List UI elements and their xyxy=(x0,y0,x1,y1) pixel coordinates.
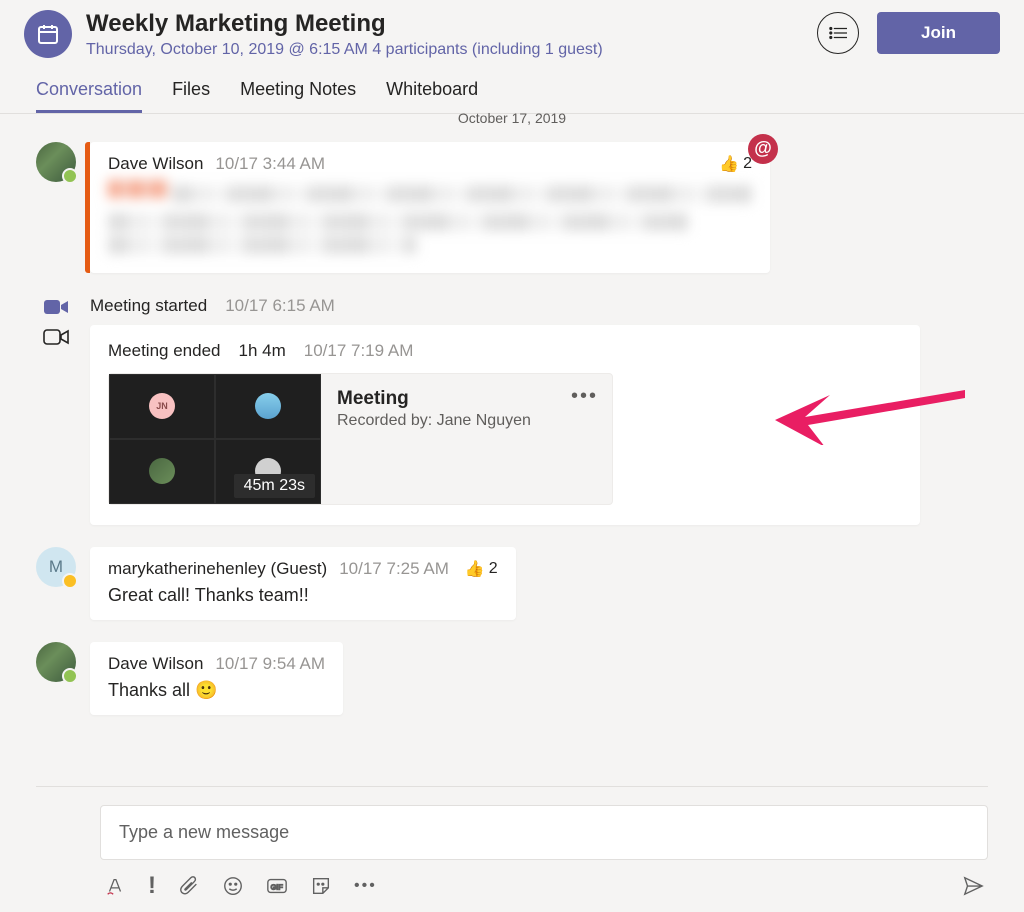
mention-badge-icon: @ xyxy=(748,134,778,164)
date-separator: October 17, 2019 xyxy=(0,110,1024,126)
recording-title: Meeting xyxy=(337,388,596,410)
recording-duration-badge: 45m 23s xyxy=(234,474,315,498)
join-button[interactable]: Join xyxy=(877,12,1000,54)
meeting-title: Weekly Marketing Meeting xyxy=(86,10,817,39)
message-body: Thanks all 🙂 xyxy=(108,680,325,701)
meeting-ended-label: Meeting ended xyxy=(108,341,220,361)
composer: Type a new message ! GIF ••• xyxy=(0,786,1024,912)
message-author: Dave Wilson xyxy=(108,654,203,674)
message-timestamp: 10/17 9:54 AM xyxy=(215,654,325,674)
redacted-content xyxy=(108,180,752,254)
annotation-arrow-icon xyxy=(770,365,970,445)
send-button[interactable] xyxy=(962,875,984,897)
video-outline-icon xyxy=(36,325,76,347)
avatar[interactable]: M xyxy=(36,547,76,587)
importance-bar xyxy=(85,142,90,273)
recording-thumbnail: JN 45m 23s xyxy=(109,374,321,504)
importance-button[interactable]: ! xyxy=(148,872,156,900)
participant-tile-icon xyxy=(255,393,281,419)
sticker-button[interactable] xyxy=(310,875,332,897)
attach-button[interactable] xyxy=(178,875,200,897)
meeting-ended-timestamp: 10/17 7:19 AM xyxy=(304,341,414,361)
thumbs-up-icon: 👍 xyxy=(465,559,485,579)
meeting-duration: 1h 4m xyxy=(238,341,285,361)
message-card[interactable]: @ Dave Wilson 10/17 3:44 AM 👍 2 xyxy=(90,142,770,273)
participant-tile-icon: JN xyxy=(149,393,175,419)
meeting-started-label: Meeting started xyxy=(90,296,207,316)
message-author: Dave Wilson xyxy=(108,154,203,174)
messages-list: @ Dave Wilson 10/17 3:44 AM 👍 2 xyxy=(0,130,1024,715)
tab-meeting-notes[interactable]: Meeting Notes xyxy=(240,71,356,113)
more-button[interactable]: ••• xyxy=(354,877,377,895)
avatar-initial: M xyxy=(49,557,63,577)
presence-available-icon xyxy=(62,668,78,684)
avatar[interactable] xyxy=(36,142,76,182)
message-input[interactable]: Type a new message xyxy=(100,805,988,860)
presence-available-icon xyxy=(62,168,78,184)
smile-emoji-icon: 🙂 xyxy=(195,680,217,700)
reaction[interactable]: 👍 2 xyxy=(465,559,498,579)
reaction-count: 2 xyxy=(489,560,498,578)
meeting-subtitle: Thursday, October 10, 2019 @ 6:15 AM 4 p… xyxy=(86,41,817,59)
calendar-icon xyxy=(24,10,72,58)
tab-whiteboard[interactable]: Whiteboard xyxy=(386,71,478,113)
recording-author: Recorded by: Jane Nguyen xyxy=(337,412,596,430)
format-button[interactable] xyxy=(104,875,126,897)
tab-files[interactable]: Files xyxy=(172,71,210,113)
svg-text:GIF: GIF xyxy=(271,883,284,892)
message-body: Great call! Thanks team!! xyxy=(108,585,498,606)
message-timestamp: 10/17 7:25 AM xyxy=(339,559,449,579)
meeting-ended-card: Meeting ended 1h 4m 10/17 7:19 AM JN 45m… xyxy=(90,325,920,525)
message-card[interactable]: Dave Wilson 10/17 9:54 AM Thanks all 🙂 xyxy=(90,642,343,715)
video-icon xyxy=(36,295,76,317)
attendees-list-button[interactable] xyxy=(817,12,859,54)
tab-conversation[interactable]: Conversation xyxy=(36,71,142,113)
emoji-button[interactable] xyxy=(222,875,244,897)
message-card[interactable]: marykatherinehenley (Guest) 10/17 7:25 A… xyxy=(90,547,516,620)
reaction[interactable]: 👍 2 xyxy=(719,154,752,174)
tabs: Conversation Files Meeting Notes Whitebo… xyxy=(0,59,1024,114)
presence-away-icon xyxy=(62,573,78,589)
message-timestamp: 10/17 3:44 AM xyxy=(215,154,325,174)
gif-button[interactable]: GIF xyxy=(266,875,288,897)
recording-more-button[interactable]: ••• xyxy=(571,386,598,406)
participant-tile-icon xyxy=(149,458,175,484)
avatar[interactable] xyxy=(36,642,76,682)
meeting-started-timestamp: 10/17 6:15 AM xyxy=(225,296,335,316)
recording-card[interactable]: JN 45m 23s ••• Meeting Recorded by: Jane… xyxy=(108,373,613,505)
thumbs-up-icon: 👍 xyxy=(719,154,739,174)
message-author: marykatherinehenley (Guest) xyxy=(108,559,327,579)
meeting-header: Weekly Marketing Meeting Thursday, Octob… xyxy=(0,0,1024,59)
